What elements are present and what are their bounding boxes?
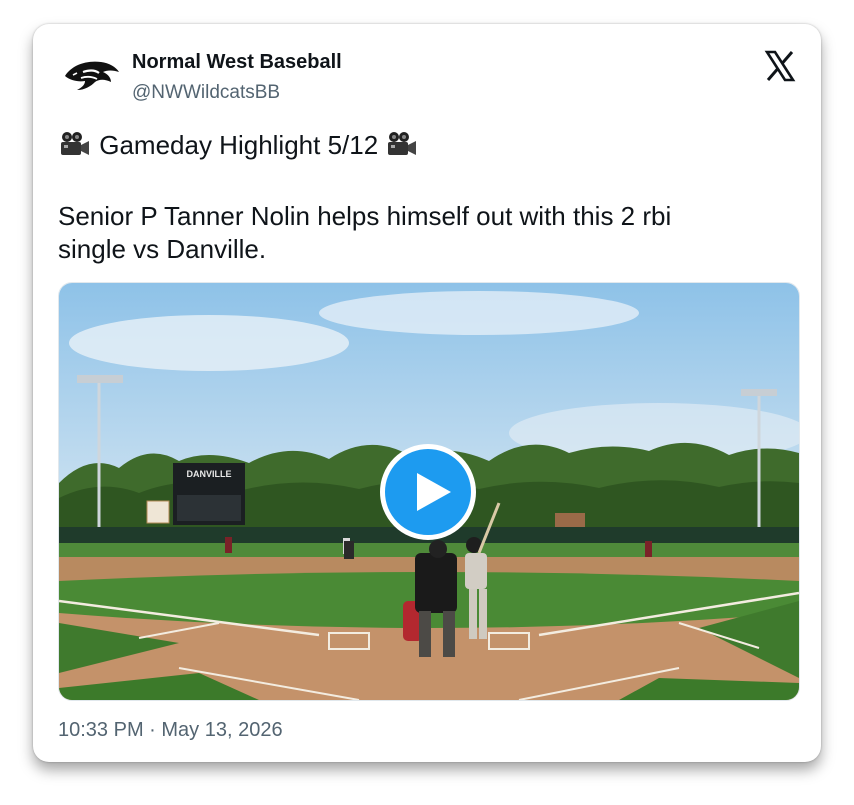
tweet-headline-line: Gameday Highlight 5/12 [58,130,419,161]
tweet-card: Normal West Baseball @NWWildcatsBB Gamed… [33,24,821,762]
video-camera-icon [58,131,92,157]
play-icon [417,473,451,511]
wildcat-logo-icon[interactable] [61,54,121,98]
x-logo-icon[interactable] [764,50,796,82]
video-player[interactable]: DANVILLE [58,282,800,701]
scoreboard-label: DANVILLE [187,469,232,479]
video-camera-icon [385,131,419,157]
tweet-body: Senior P Tanner Nolin helps himself out … [58,201,672,264]
account-handle[interactable]: @NWWildcatsBB [132,82,280,104]
tweet-timestamp[interactable]: 10:33 PM · May 13, 2026 [58,719,283,742]
tweet-headline: Gameday Highlight 5/12 [99,130,379,160]
play-button[interactable] [380,444,476,540]
account-name[interactable]: Normal West Baseball [132,51,342,74]
